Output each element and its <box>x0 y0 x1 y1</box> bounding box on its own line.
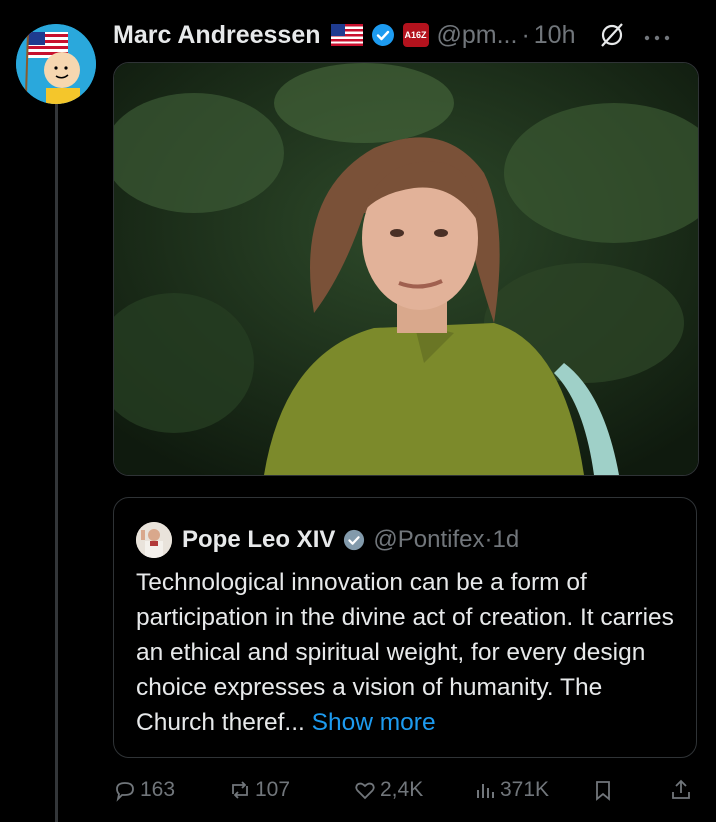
reply-button[interactable]: 163 <box>113 778 175 802</box>
tweet-time[interactable]: 10h <box>534 21 576 50</box>
quoted-tweet-header: Pope Leo XIV @Pontifex · 1d <box>136 522 519 558</box>
quoted-tweet-time[interactable]: 1d <box>492 526 519 554</box>
verified-badge-icon[interactable] <box>343 529 365 551</box>
tweet-header: Marc Andreessen A16Z @pm... · 10h <box>113 18 703 52</box>
quoted-tweet[interactable]: Pope Leo XIV @Pontifex · 1d Technologica… <box>113 497 697 758</box>
tweet-media-image[interactable] <box>113 62 699 476</box>
like-count: 2,4K <box>380 778 424 801</box>
share-button[interactable] <box>669 778 693 802</box>
like-button[interactable]: 2,4K <box>353 778 423 802</box>
views-icon <box>477 784 494 798</box>
bookmark-icon <box>596 781 610 801</box>
bookmark-button[interactable] <box>591 778 615 802</box>
affiliate-badge[interactable]: A16Z <box>402 23 429 47</box>
quoted-author-avatar[interactable] <box>136 522 172 558</box>
reply-icon <box>116 782 134 802</box>
show-more-link[interactable]: Show more <box>312 709 436 736</box>
grok-icon[interactable] <box>598 21 626 49</box>
verified-badge-icon[interactable] <box>371 23 395 47</box>
share-icon <box>672 779 690 799</box>
more-dots-icon[interactable] <box>642 30 672 41</box>
us-flag-icon <box>330 24 363 46</box>
quoted-tweet-text: Technological innovation can be a form o… <box>136 565 681 740</box>
repost-icon <box>232 781 248 799</box>
repost-count: 107 <box>255 778 291 801</box>
separator: · <box>521 20 530 49</box>
like-icon <box>355 782 375 800</box>
thread-line <box>55 104 58 822</box>
author-handle[interactable]: @pm... <box>437 21 518 50</box>
reply-count: 163 <box>140 778 176 801</box>
views-count: 371K <box>500 778 550 801</box>
author-avatar[interactable] <box>16 24 96 104</box>
author-name[interactable]: Marc Andreessen <box>113 21 321 50</box>
views-button[interactable]: 371K <box>473 778 549 802</box>
repost-button[interactable]: 107 <box>228 778 290 802</box>
separator: · <box>484 526 493 553</box>
quoted-author-handle[interactable]: @Pontifex <box>373 526 484 554</box>
tweet-actions: 163 107 2,4K 371K <box>113 772 703 812</box>
quoted-author-name[interactable]: Pope Leo XIV <box>182 526 335 554</box>
